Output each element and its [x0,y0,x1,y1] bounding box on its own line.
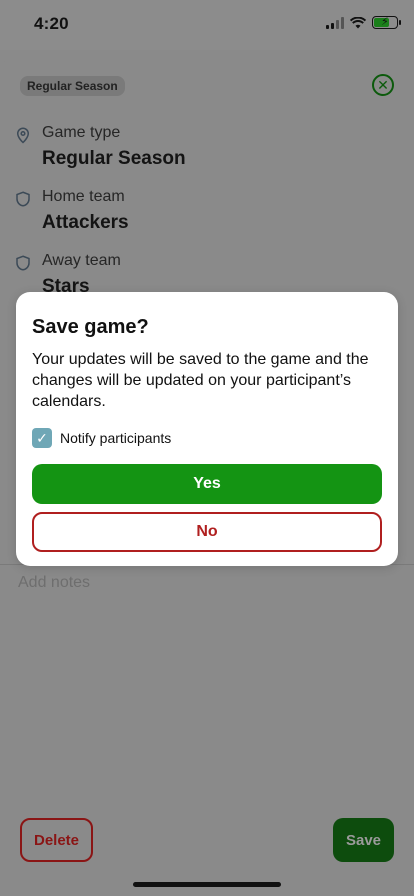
checkmark-icon: ✓ [36,429,48,446]
close-icon: ✕ [377,76,389,93]
season-badge: Regular Season [20,76,125,96]
yes-button[interactable]: Yes [32,464,382,504]
dialog-title: Save game? [32,316,149,338]
save-game-dialog: Save game? Your updates will be saved to… [16,292,398,566]
shield-icon [16,191,30,207]
home-indicator[interactable] [133,882,281,887]
notify-participants-row[interactable]: ✓ Notify participants [32,428,382,448]
status-icons: ⚡ [326,16,401,29]
save-button[interactable]: Save [333,818,394,862]
shield-icon [16,255,30,271]
field-label: Game type [42,124,121,141]
battery-icon: ⚡ [372,16,401,29]
dialog-body: Your updates will be saved to the game a… [32,351,369,410]
notes-input[interactable]: Add notes [18,574,90,592]
no-button[interactable]: No [32,512,382,552]
signal-icon [326,16,344,29]
field-label: Away team [42,252,121,269]
status-bar: 4:20 ⚡ [0,0,414,50]
close-button[interactable]: ✕ [372,74,394,96]
wifi-icon [350,16,366,28]
notify-checkbox[interactable]: ✓ [32,428,52,448]
field-value: Regular Season [42,148,186,169]
location-pin-icon [16,127,30,144]
field-label: Home team [42,188,125,205]
status-time: 4:20 [34,14,69,33]
notify-label: Notify participants [60,430,172,446]
delete-button[interactable]: Delete [20,818,93,862]
field-value: Attackers [42,212,129,233]
